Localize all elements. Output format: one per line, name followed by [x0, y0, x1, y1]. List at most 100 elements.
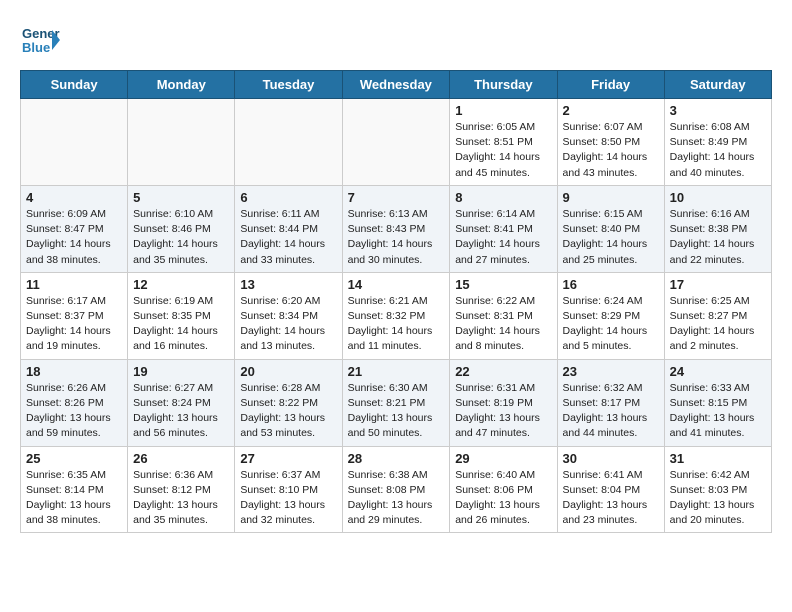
day-number: 23 — [563, 364, 659, 379]
day-info: Sunrise: 6:42 AM Sunset: 8:03 PM Dayligh… — [670, 468, 766, 529]
day-info: Sunrise: 6:05 AM Sunset: 8:51 PM Dayligh… — [455, 120, 551, 181]
calendar-cell: 7Sunrise: 6:13 AM Sunset: 8:43 PM Daylig… — [342, 185, 450, 272]
calendar-cell — [342, 99, 450, 186]
day-number: 9 — [563, 190, 659, 205]
day-info: Sunrise: 6:24 AM Sunset: 8:29 PM Dayligh… — [563, 294, 659, 355]
day-info: Sunrise: 6:36 AM Sunset: 8:12 PM Dayligh… — [133, 468, 229, 529]
day-number: 1 — [455, 103, 551, 118]
weekday-header-wednesday: Wednesday — [342, 71, 450, 99]
calendar-cell: 9 Sunrise: 6:15 AM Sunset: 8:40 PM Daylig… — [557, 185, 664, 272]
day-number: 22 — [455, 364, 551, 379]
week-row-1: 1 Sunrise: 6:05 AM Sunset: 8:51 PM Daylig… — [21, 99, 772, 186]
calendar-cell: 11 Sunrise: 6:17 AM Sunset: 8:37 PM Dayli… — [21, 272, 128, 359]
day-number: 11 — [26, 277, 122, 292]
day-number: 8 — [455, 190, 551, 205]
week-row-2: 4 Sunrise: 6:09 AM Sunset: 8:47 PM Daylig… — [21, 185, 772, 272]
day-info: Sunrise: 6:20 AM Sunset: 8:34 PM Dayligh… — [240, 294, 336, 355]
day-number: 28 — [348, 451, 445, 466]
calendar-cell: 15 Sunrise: 6:22 AM Sunset: 8:31 PM Dayli… — [450, 272, 557, 359]
calendar-cell: 22 Sunrise: 6:31 AM Sunset: 8:19 PM Dayli… — [450, 359, 557, 446]
day-number: 21 — [348, 364, 445, 379]
day-number: 29 — [455, 451, 551, 466]
day-info: Sunrise: 6:17 AM Sunset: 8:37 PM Dayligh… — [26, 294, 122, 355]
day-number: 16 — [563, 277, 659, 292]
calendar-cell: 19 Sunrise: 6:27 AM Sunset: 8:24 PM Dayli… — [128, 359, 235, 446]
day-info: Sunrise: 6:38 AM Sunset: 8:08 PM Dayligh… — [348, 468, 445, 529]
day-info: Sunrise: 6:11 AM Sunset: 8:44 PM Dayligh… — [240, 207, 336, 268]
day-info: Sunrise: 6:07 AM Sunset: 8:50 PM Dayligh… — [563, 120, 659, 181]
calendar-cell — [235, 99, 342, 186]
calendar-cell: 30 Sunrise: 6:41 AM Sunset: 8:04 PM Dayli… — [557, 446, 664, 533]
day-info: Sunrise: 6:32 AM Sunset: 8:17 PM Dayligh… — [563, 381, 659, 442]
day-number: 7 — [348, 190, 445, 205]
calendar-cell: 3 Sunrise: 6:08 AM Sunset: 8:49 PM Daylig… — [664, 99, 771, 186]
day-number: 20 — [240, 364, 336, 379]
calendar-cell: 29 Sunrise: 6:40 AM Sunset: 8:06 PM Dayli… — [450, 446, 557, 533]
day-info: Sunrise: 6:41 AM Sunset: 8:04 PM Dayligh… — [563, 468, 659, 529]
calendar-cell: 24 Sunrise: 6:33 AM Sunset: 8:15 PM Dayli… — [664, 359, 771, 446]
day-number: 4 — [26, 190, 122, 205]
day-number: 12 — [133, 277, 229, 292]
day-info: Sunrise: 6:26 AM Sunset: 8:26 PM Dayligh… — [26, 381, 122, 442]
day-number: 30 — [563, 451, 659, 466]
calendar-cell: 27Sunrise: 6:37 AM Sunset: 8:10 PM Dayli… — [235, 446, 342, 533]
weekday-header-saturday: Saturday — [664, 71, 771, 99]
day-number: 31 — [670, 451, 766, 466]
svg-text:Blue: Blue — [22, 40, 50, 55]
day-info: Sunrise: 6:37 AM Sunset: 8:10 PM Dayligh… — [240, 468, 336, 529]
day-info: Sunrise: 6:40 AM Sunset: 8:06 PM Dayligh… — [455, 468, 551, 529]
day-number: 15 — [455, 277, 551, 292]
day-number: 14 — [348, 277, 445, 292]
calendar-cell: 4 Sunrise: 6:09 AM Sunset: 8:47 PM Daylig… — [21, 185, 128, 272]
day-number: 5 — [133, 190, 229, 205]
day-info: Sunrise: 6:25 AM Sunset: 8:27 PM Dayligh… — [670, 294, 766, 355]
day-number: 25 — [26, 451, 122, 466]
calendar-cell: 13 Sunrise: 6:20 AM Sunset: 8:34 PM Dayli… — [235, 272, 342, 359]
day-number: 17 — [670, 277, 766, 292]
calendar-cell: 28 Sunrise: 6:38 AM Sunset: 8:08 PM Dayli… — [342, 446, 450, 533]
calendar-cell: 14 Sunrise: 6:21 AM Sunset: 8:32 PM Dayli… — [342, 272, 450, 359]
day-info: Sunrise: 6:08 AM Sunset: 8:49 PM Dayligh… — [670, 120, 766, 181]
week-row-4: 18 Sunrise: 6:26 AM Sunset: 8:26 PM Dayli… — [21, 359, 772, 446]
calendar-cell: 6 Sunrise: 6:11 AM Sunset: 8:44 PM Daylig… — [235, 185, 342, 272]
day-number: 6 — [240, 190, 336, 205]
day-number: 19 — [133, 364, 229, 379]
weekday-header-thursday: Thursday — [450, 71, 557, 99]
calendar-cell: 16 Sunrise: 6:24 AM Sunset: 8:29 PM Dayli… — [557, 272, 664, 359]
calendar-cell: 31 Sunrise: 6:42 AM Sunset: 8:03 PM Dayli… — [664, 446, 771, 533]
day-info: Sunrise: 6:28 AM Sunset: 8:22 PM Dayligh… — [240, 381, 336, 442]
day-info: Sunrise: 6:30 AM Sunset: 8:21 PM Dayligh… — [348, 381, 445, 442]
weekday-header-monday: Monday — [128, 71, 235, 99]
calendar-cell: 10Sunrise: 6:16 AM Sunset: 8:38 PM Dayli… — [664, 185, 771, 272]
calendar-cell: 18 Sunrise: 6:26 AM Sunset: 8:26 PM Dayli… — [21, 359, 128, 446]
weekday-header-tuesday: Tuesday — [235, 71, 342, 99]
calendar-cell: 25 Sunrise: 6:35 AM Sunset: 8:14 PM Dayli… — [21, 446, 128, 533]
day-info: Sunrise: 6:22 AM Sunset: 8:31 PM Dayligh… — [455, 294, 551, 355]
weekday-header-friday: Friday — [557, 71, 664, 99]
calendar-cell: 17 Sunrise: 6:25 AM Sunset: 8:27 PM Dayli… — [664, 272, 771, 359]
week-row-3: 11 Sunrise: 6:17 AM Sunset: 8:37 PM Dayli… — [21, 272, 772, 359]
day-number: 26 — [133, 451, 229, 466]
day-number: 10 — [670, 190, 766, 205]
week-row-5: 25 Sunrise: 6:35 AM Sunset: 8:14 PM Dayli… — [21, 446, 772, 533]
calendar-cell: 2 Sunrise: 6:07 AM Sunset: 8:50 PM Daylig… — [557, 99, 664, 186]
day-info: Sunrise: 6:15 AM Sunset: 8:40 PM Dayligh… — [563, 207, 659, 268]
day-info: Sunrise: 6:35 AM Sunset: 8:14 PM Dayligh… — [26, 468, 122, 529]
day-info: Sunrise: 6:09 AM Sunset: 8:47 PM Dayligh… — [26, 207, 122, 268]
logo: General Blue — [20, 20, 65, 60]
day-number: 24 — [670, 364, 766, 379]
day-info: Sunrise: 6:10 AM Sunset: 8:46 PM Dayligh… — [133, 207, 229, 268]
day-number: 18 — [26, 364, 122, 379]
calendar-cell: 26 Sunrise: 6:36 AM Sunset: 8:12 PM Dayli… — [128, 446, 235, 533]
day-info: Sunrise: 6:27 AM Sunset: 8:24 PM Dayligh… — [133, 381, 229, 442]
day-info: Sunrise: 6:33 AM Sunset: 8:15 PM Dayligh… — [670, 381, 766, 442]
day-info: Sunrise: 6:21 AM Sunset: 8:32 PM Dayligh… — [348, 294, 445, 355]
calendar-cell: 5 Sunrise: 6:10 AM Sunset: 8:46 PM Daylig… — [128, 185, 235, 272]
calendar-cell: 12Sunrise: 6:19 AM Sunset: 8:35 PM Dayli… — [128, 272, 235, 359]
calendar-cell — [21, 99, 128, 186]
day-number: 3 — [670, 103, 766, 118]
calendar-cell: 1 Sunrise: 6:05 AM Sunset: 8:51 PM Daylig… — [450, 99, 557, 186]
day-number: 13 — [240, 277, 336, 292]
day-info: Sunrise: 6:31 AM Sunset: 8:19 PM Dayligh… — [455, 381, 551, 442]
day-number: 2 — [563, 103, 659, 118]
